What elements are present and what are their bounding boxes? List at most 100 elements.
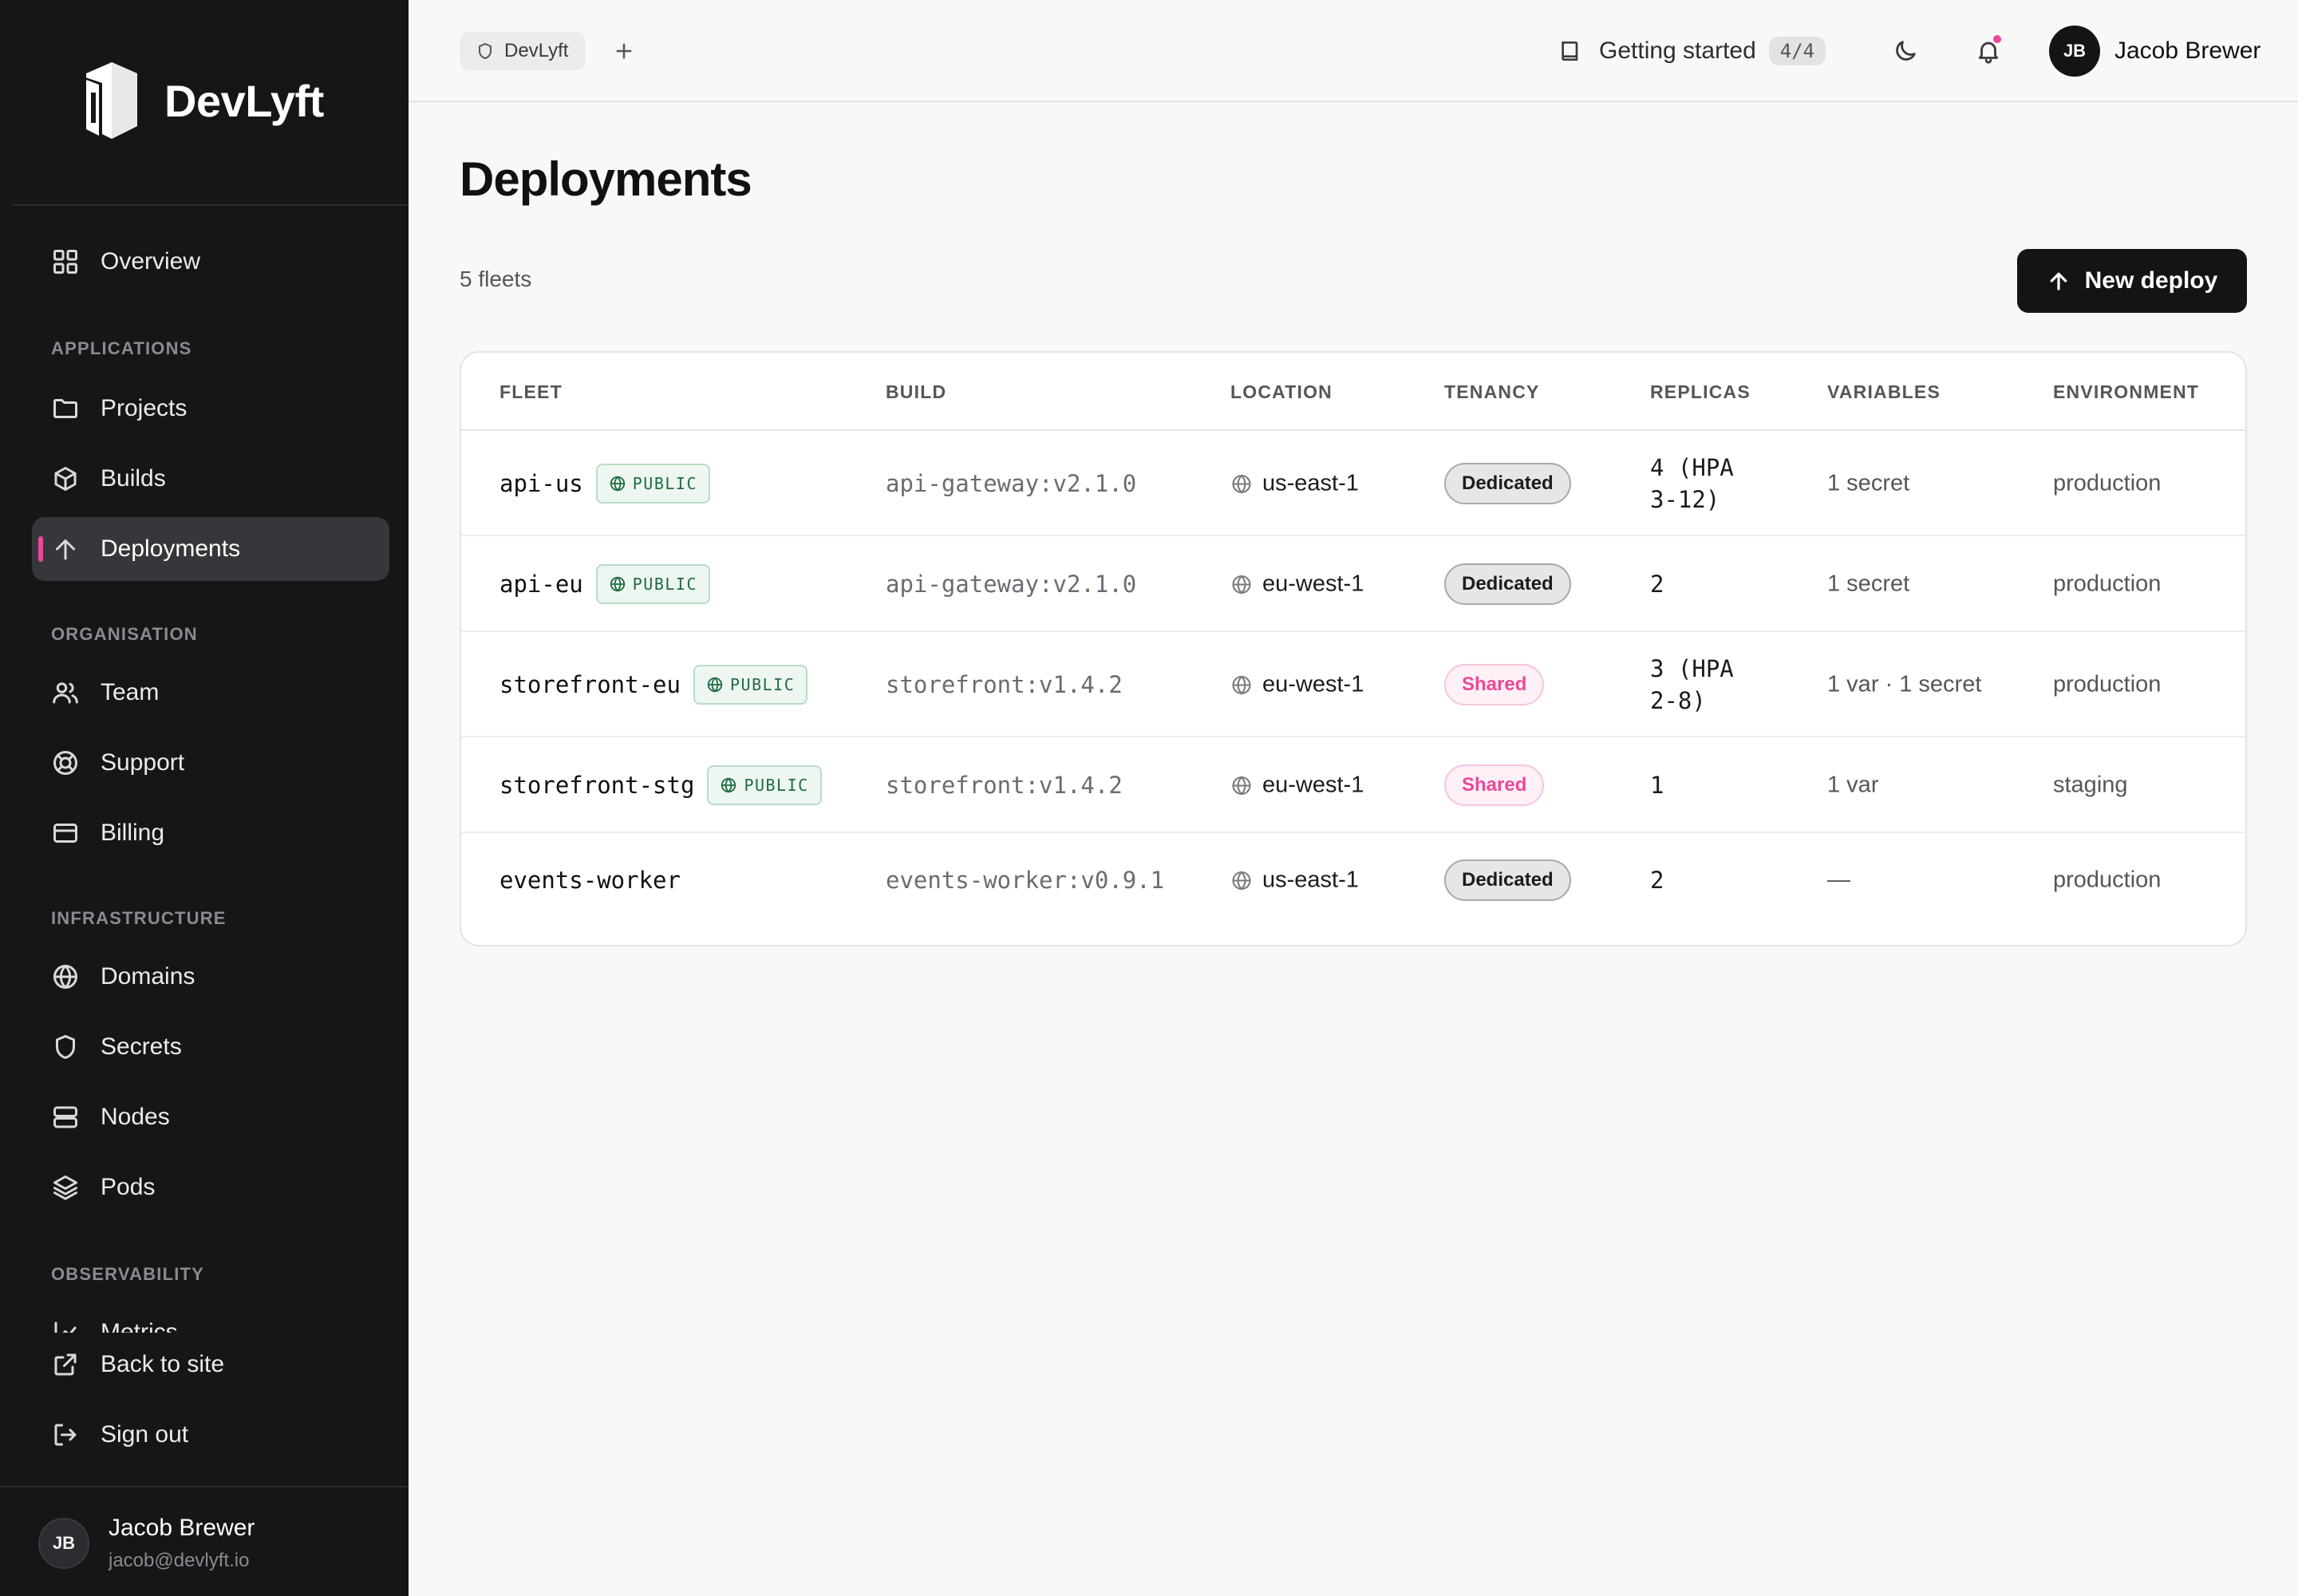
table-row[interactable]: api-us PUBLIC api-gateway:v2.1.0 us-east-1 D… <box>461 431 2245 536</box>
sidebar-item-label: Metrics <box>101 1319 178 1333</box>
variables-cell: 1 var · 1 secret <box>1827 671 1982 697</box>
sidebar-item-label: Billing <box>101 820 165 846</box>
new-deploy-button[interactable]: New deploy <box>2017 249 2247 313</box>
sidebar-item-nodes[interactable]: Nodes <box>32 1085 389 1149</box>
server-icon <box>51 1103 80 1132</box>
fleet-name[interactable]: storefront-eu <box>499 671 681 698</box>
sidebar-item-pods[interactable]: Pods <box>32 1156 389 1219</box>
fleet-cell[interactable]: api-us PUBLIC <box>499 464 711 504</box>
user-menu[interactable]: JB Jacob Brewer <box>2049 26 2260 77</box>
page-title: Deployments <box>460 152 752 206</box>
build-cell: api-gateway:v2.1.0 <box>886 470 1137 497</box>
replicas-line: 1 <box>1650 772 1664 799</box>
user-email: jacob@devlyft.io <box>109 1550 250 1571</box>
table-row[interactable]: events-worker events-worker:v0.9.1 us-east… <box>461 833 2245 927</box>
brand-name: DevLyft <box>164 75 324 126</box>
column-header-tenancy[interactable]: TENANCY <box>1444 381 1540 403</box>
replicas-cell: 1 <box>1650 769 1664 801</box>
table-row[interactable]: storefront-eu PUBLIC storefront:v1.4.2 eu-w… <box>461 632 2245 737</box>
fleet-cell[interactable]: events-worker <box>499 867 681 894</box>
new-deploy-label: New deploy <box>2084 267 2218 294</box>
globe-icon <box>1232 675 1251 694</box>
fleet-cell[interactable]: storefront-eu PUBLIC <box>499 665 808 705</box>
column-header-replicas[interactable]: REPLICAS <box>1650 381 1751 403</box>
fleet-name[interactable]: storefront-stg <box>499 772 694 799</box>
sidebar-item-billing[interactable]: Billing <box>32 801 389 865</box>
brand-logo[interactable]: DevLyft <box>75 56 324 145</box>
sidebar-item-support[interactable]: Support <box>32 731 389 795</box>
sidebar-user[interactable]: JB Jacob Brewer jacob@devlyft.io <box>0 1486 409 1596</box>
grid-icon <box>51 247 80 276</box>
variables-cell: 1 secret <box>1827 571 1910 597</box>
location-label: eu-west-1 <box>1262 671 1364 697</box>
section-label-observability: OBSERVABILITY <box>51 1264 205 1284</box>
notification-dot <box>1992 34 2003 45</box>
add-org-button[interactable] <box>606 34 642 69</box>
variables-cell: 1 secret <box>1827 470 1910 496</box>
build-cell: storefront:v1.4.2 <box>886 671 1123 698</box>
box-icon <box>51 464 80 493</box>
fleet-count: 5 fleets <box>460 267 532 291</box>
notifications-button[interactable] <box>1969 32 2008 70</box>
table-row[interactable]: api-eu PUBLIC api-gateway:v2.1.0 eu-west-1 D… <box>461 536 2245 632</box>
fleet-cell[interactable]: api-eu PUBLIC <box>499 564 711 604</box>
sidebar-item-deployments[interactable]: Deployments <box>32 517 389 581</box>
fleet-name[interactable]: api-us <box>499 470 583 497</box>
sidebar-item-domains[interactable]: Domains <box>32 945 389 1009</box>
globe-icon <box>1232 575 1251 594</box>
tenancy-badge: Dedicated <box>1444 563 1571 605</box>
public-badge: PUBLIC <box>707 765 822 805</box>
plus-icon <box>616 43 632 59</box>
location-label: eu-west-1 <box>1262 571 1364 597</box>
build-cell: storefront:v1.4.2 <box>886 772 1123 799</box>
table-row[interactable]: storefront-stg PUBLIC storefront:v1.4.2 eu-… <box>461 737 2245 833</box>
column-header-environment[interactable]: ENVIRONMENT <box>2053 381 2199 403</box>
tenancy-badge: Shared <box>1444 764 1545 806</box>
location-cell: eu-west-1 <box>1230 772 1364 799</box>
sidebar-item-label: Team <box>101 679 160 705</box>
sidebar-item-back-to-site[interactable]: Back to site <box>32 1333 389 1396</box>
globe-icon <box>721 777 736 793</box>
sidebar-item-builds[interactable]: Builds <box>32 447 389 511</box>
folder-icon <box>51 394 80 423</box>
sidebar-item-label: Pods <box>101 1174 156 1200</box>
topbar: DevLyft Getting started 4/4 JB Jacob Bre… <box>409 0 2298 102</box>
user-name: Jacob Brewer <box>2114 38 2261 64</box>
sidebar-item-sign-out[interactable]: Sign out <box>32 1403 389 1467</box>
org-switcher[interactable]: DevLyft <box>460 32 586 70</box>
sidebar-item-secrets[interactable]: Secrets <box>32 1015 389 1079</box>
shield-icon <box>51 1033 80 1061</box>
sidebar-item-metrics[interactable]: Metrics <box>32 1301 389 1333</box>
theme-toggle-button[interactable] <box>1886 32 1925 70</box>
variables-cell: — <box>1827 867 1850 893</box>
sidebar-item-projects[interactable]: Projects <box>32 377 389 440</box>
sidebar-item-label: Projects <box>101 395 188 421</box>
fleet-name[interactable]: api-eu <box>499 571 583 598</box>
replicas-line: 3 (HPA <box>1650 655 1734 682</box>
sidebar-item-label: Builds <box>101 465 166 492</box>
variables-cell: 1 var <box>1827 772 1879 798</box>
sidebar-item-team[interactable]: Team <box>32 661 389 725</box>
environment-cell: production <box>2053 671 2162 697</box>
public-badge-label: PUBLIC <box>729 675 796 694</box>
environment-cell: staging <box>2053 772 2128 798</box>
user-name: Jacob Brewer <box>109 1515 255 1541</box>
getting-started-button[interactable]: Getting started 4/4 <box>1558 30 1826 72</box>
fleet-name[interactable]: events-worker <box>499 867 681 894</box>
arrow-up-icon <box>2050 272 2067 290</box>
fleet-cell[interactable]: storefront-stg PUBLIC <box>499 765 822 805</box>
location-cell: us-east-1 <box>1230 867 1359 894</box>
sidebar-item-overview[interactable]: Overview <box>32 230 389 294</box>
column-header-variables[interactable]: VARIABLES <box>1827 381 1941 403</box>
location-cell: eu-west-1 <box>1230 571 1364 598</box>
replicas-line: 2 <box>1650 571 1664 598</box>
column-header-location[interactable]: LOCATION <box>1230 381 1333 403</box>
globe-icon <box>51 962 80 991</box>
build-cell: events-worker:v0.9.1 <box>886 867 1165 894</box>
sidebar-nav-observability: Metrics <box>32 1301 389 1333</box>
column-header-build[interactable]: BUILD <box>886 381 946 403</box>
org-name: DevLyft <box>504 40 569 61</box>
replicas-cell: 2 <box>1650 864 1664 896</box>
avatar: JB <box>2049 26 2100 77</box>
column-header-fleet[interactable]: FLEET <box>499 381 563 403</box>
